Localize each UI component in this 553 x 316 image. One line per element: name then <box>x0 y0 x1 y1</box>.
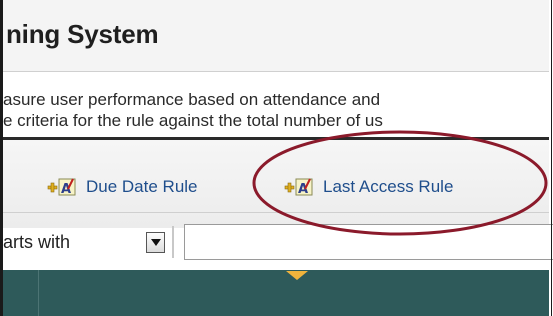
page-right-border <box>0 0 552 316</box>
